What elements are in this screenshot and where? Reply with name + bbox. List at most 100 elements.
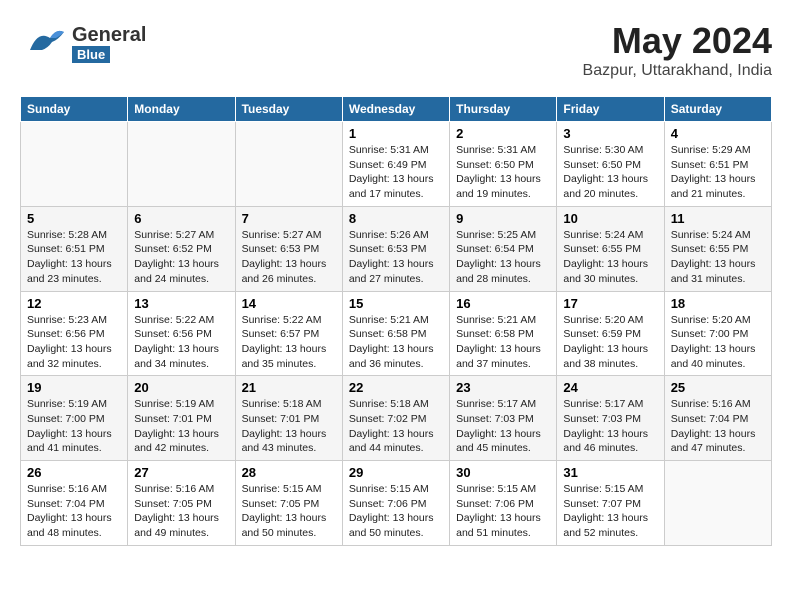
day-number: 30 <box>456 465 550 480</box>
day-cell: 16 Sunrise: 5:21 AM Sunset: 6:58 PM Dayli… <box>450 291 557 376</box>
day-info: Sunrise: 5:16 AM Sunset: 7:05 PM Dayligh… <box>134 482 228 541</box>
day-cell: 29 Sunrise: 5:15 AM Sunset: 7:06 PM Dayli… <box>342 461 449 546</box>
day-info: Sunrise: 5:22 AM Sunset: 6:56 PM Dayligh… <box>134 313 228 372</box>
day-info: Sunrise: 5:21 AM Sunset: 6:58 PM Dayligh… <box>349 313 443 372</box>
week-row-3: 12 Sunrise: 5:23 AM Sunset: 6:56 PM Dayli… <box>21 291 772 376</box>
week-row-5: 26 Sunrise: 5:16 AM Sunset: 7:04 PM Dayli… <box>21 461 772 546</box>
day-number: 29 <box>349 465 443 480</box>
day-number: 27 <box>134 465 228 480</box>
day-cell: 9Sunrise: 5:25 AM Sunset: 6:54 PM Daylig… <box>450 206 557 291</box>
day-number: 5 <box>27 211 121 226</box>
day-cell: 8 Sunrise: 5:26 AM Sunset: 6:53 PM Daylig… <box>342 206 449 291</box>
day-cell: 7Sunrise: 5:27 AM Sunset: 6:53 PM Daylig… <box>235 206 342 291</box>
logo-general: General <box>72 24 146 46</box>
day-cell <box>664 461 771 546</box>
day-number: 28 <box>242 465 336 480</box>
day-info: Sunrise: 5:16 AM Sunset: 7:04 PM Dayligh… <box>671 397 765 456</box>
day-cell: 14 Sunrise: 5:22 AM Sunset: 6:57 PM Dayli… <box>235 291 342 376</box>
day-cell: 22 Sunrise: 5:18 AM Sunset: 7:02 PM Dayli… <box>342 376 449 461</box>
day-cell: 31Sunrise: 5:15 AM Sunset: 7:07 PM Dayli… <box>557 461 664 546</box>
day-number: 4 <box>671 126 765 141</box>
day-info: Sunrise: 5:29 AM Sunset: 6:51 PM Dayligh… <box>671 143 765 202</box>
col-tuesday: Tuesday <box>235 97 342 122</box>
day-info: Sunrise: 5:22 AM Sunset: 6:57 PM Dayligh… <box>242 313 336 372</box>
day-number: 11 <box>671 211 765 226</box>
logo-icon <box>20 20 68 68</box>
day-info: Sunrise: 5:23 AM Sunset: 6:56 PM Dayligh… <box>27 313 121 372</box>
page-header: General Blue May 2024 Bazpur, Uttarakhan… <box>20 20 772 80</box>
day-number: 9 <box>456 211 550 226</box>
day-number: 24 <box>563 380 657 395</box>
week-row-4: 19Sunrise: 5:19 AM Sunset: 7:00 PM Dayli… <box>21 376 772 461</box>
day-info: Sunrise: 5:27 AM Sunset: 6:52 PM Dayligh… <box>134 228 228 287</box>
day-number: 31 <box>563 465 657 480</box>
day-cell: 25 Sunrise: 5:16 AM Sunset: 7:04 PM Dayli… <box>664 376 771 461</box>
day-number: 13 <box>134 296 228 311</box>
day-number: 1 <box>349 126 443 141</box>
col-saturday: Saturday <box>664 97 771 122</box>
day-info: Sunrise: 5:21 AM Sunset: 6:58 PM Dayligh… <box>456 313 550 372</box>
day-cell: 17Sunrise: 5:20 AM Sunset: 6:59 PM Dayli… <box>557 291 664 376</box>
day-info: Sunrise: 5:24 AM Sunset: 6:55 PM Dayligh… <box>563 228 657 287</box>
day-cell: 28 Sunrise: 5:15 AM Sunset: 7:05 PM Dayli… <box>235 461 342 546</box>
day-number: 20 <box>134 380 228 395</box>
calendar-title: May 2024 <box>583 20 772 62</box>
day-info: Sunrise: 5:24 AM Sunset: 6:55 PM Dayligh… <box>671 228 765 287</box>
calendar-table: Sunday Monday Tuesday Wednesday Thursday… <box>20 96 772 546</box>
day-info: Sunrise: 5:15 AM Sunset: 7:06 PM Dayligh… <box>349 482 443 541</box>
day-number: 16 <box>456 296 550 311</box>
day-number: 19 <box>27 380 121 395</box>
day-info: Sunrise: 5:26 AM Sunset: 6:53 PM Dayligh… <box>349 228 443 287</box>
day-number: 8 <box>349 211 443 226</box>
day-number: 10 <box>563 211 657 226</box>
day-number: 21 <box>242 380 336 395</box>
day-info: Sunrise: 5:15 AM Sunset: 7:05 PM Dayligh… <box>242 482 336 541</box>
day-number: 15 <box>349 296 443 311</box>
title-block: May 2024 Bazpur, Uttarakhand, India <box>583 20 772 80</box>
day-number: 14 <box>242 296 336 311</box>
day-number: 12 <box>27 296 121 311</box>
day-cell: 2Sunrise: 5:31 AM Sunset: 6:50 PM Daylig… <box>450 122 557 207</box>
week-row-2: 5Sunrise: 5:28 AM Sunset: 6:51 PM Daylig… <box>21 206 772 291</box>
week-row-1: 1 Sunrise: 5:31 AM Sunset: 6:49 PM Daylig… <box>21 122 772 207</box>
day-cell: 1 Sunrise: 5:31 AM Sunset: 6:49 PM Daylig… <box>342 122 449 207</box>
day-cell: 5Sunrise: 5:28 AM Sunset: 6:51 PM Daylig… <box>21 206 128 291</box>
day-info: Sunrise: 5:20 AM Sunset: 6:59 PM Dayligh… <box>563 313 657 372</box>
day-cell <box>235 122 342 207</box>
day-info: Sunrise: 5:20 AM Sunset: 7:00 PM Dayligh… <box>671 313 765 372</box>
day-info: Sunrise: 5:18 AM Sunset: 7:02 PM Dayligh… <box>349 397 443 456</box>
day-number: 6 <box>134 211 228 226</box>
logo: General Blue <box>20 20 146 68</box>
day-number: 23 <box>456 380 550 395</box>
day-info: Sunrise: 5:19 AM Sunset: 7:01 PM Dayligh… <box>134 397 228 456</box>
logo-blue: Blue <box>72 46 110 63</box>
day-number: 25 <box>671 380 765 395</box>
day-cell: 18 Sunrise: 5:20 AM Sunset: 7:00 PM Dayli… <box>664 291 771 376</box>
day-info: Sunrise: 5:17 AM Sunset: 7:03 PM Dayligh… <box>456 397 550 456</box>
day-cell: 6 Sunrise: 5:27 AM Sunset: 6:52 PM Daylig… <box>128 206 235 291</box>
day-cell: 30 Sunrise: 5:15 AM Sunset: 7:06 PM Dayli… <box>450 461 557 546</box>
day-cell <box>128 122 235 207</box>
logo-text-block: General Blue <box>72 24 146 64</box>
day-number: 26 <box>27 465 121 480</box>
day-cell: 15 Sunrise: 5:21 AM Sunset: 6:58 PM Dayli… <box>342 291 449 376</box>
day-info: Sunrise: 5:18 AM Sunset: 7:01 PM Dayligh… <box>242 397 336 456</box>
day-cell: 11 Sunrise: 5:24 AM Sunset: 6:55 PM Dayli… <box>664 206 771 291</box>
day-number: 3 <box>563 126 657 141</box>
day-cell: 12 Sunrise: 5:23 AM Sunset: 6:56 PM Dayli… <box>21 291 128 376</box>
day-number: 18 <box>671 296 765 311</box>
day-info: Sunrise: 5:31 AM Sunset: 6:50 PM Dayligh… <box>456 143 550 202</box>
col-thursday: Thursday <box>450 97 557 122</box>
day-number: 22 <box>349 380 443 395</box>
day-cell: 10 Sunrise: 5:24 AM Sunset: 6:55 PM Dayli… <box>557 206 664 291</box>
day-cell: 21 Sunrise: 5:18 AM Sunset: 7:01 PM Dayli… <box>235 376 342 461</box>
day-cell: 13 Sunrise: 5:22 AM Sunset: 6:56 PM Dayli… <box>128 291 235 376</box>
day-info: Sunrise: 5:16 AM Sunset: 7:04 PM Dayligh… <box>27 482 121 541</box>
day-info: Sunrise: 5:31 AM Sunset: 6:49 PM Dayligh… <box>349 143 443 202</box>
day-cell: 27 Sunrise: 5:16 AM Sunset: 7:05 PM Dayli… <box>128 461 235 546</box>
col-sunday: Sunday <box>21 97 128 122</box>
header-row: Sunday Monday Tuesday Wednesday Thursday… <box>21 97 772 122</box>
col-friday: Friday <box>557 97 664 122</box>
day-cell: 23 Sunrise: 5:17 AM Sunset: 7:03 PM Dayli… <box>450 376 557 461</box>
day-info: Sunrise: 5:15 AM Sunset: 7:06 PM Dayligh… <box>456 482 550 541</box>
